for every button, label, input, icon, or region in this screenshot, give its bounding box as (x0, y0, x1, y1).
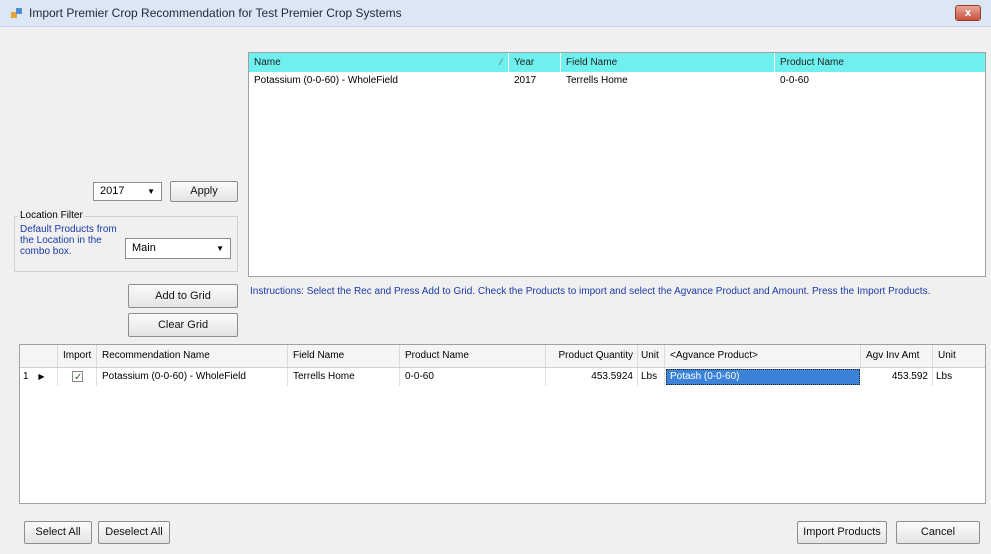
unit-cell: Lbs (638, 368, 665, 386)
select-all-button[interactable]: Select All (24, 521, 92, 544)
current-row-icon: ▶ (38, 372, 45, 381)
chevron-down-icon: ▼ (147, 187, 155, 196)
import-dialog: Import Premier Crop Recommendation for T… (0, 0, 991, 554)
row-header[interactable]: 1 ▶ (20, 368, 58, 386)
sort-icon: ⁄ (500, 57, 502, 67)
recommendation-name-cell: Potassium (0-0-60) - WholeField (97, 368, 288, 386)
agv-inv-amt-cell[interactable]: 453.592 (861, 368, 933, 386)
product-name-cell: 0-0-60 (400, 368, 546, 386)
column-header-field-name[interactable]: Field Name (561, 53, 775, 72)
app-icon (11, 8, 22, 18)
location-combo[interactable]: Main ▼ (125, 238, 231, 259)
field-name-cell: Terrells Home (288, 368, 400, 386)
year-combo-value: 2017 (100, 185, 125, 197)
apply-button[interactable]: Apply (170, 181, 238, 202)
import-checkbox[interactable]: ✓ (72, 371, 83, 383)
column-header-agv-inv-amt[interactable]: Agv Inv Amt (861, 345, 933, 367)
import-grid[interactable]: Import Recommendation Name Field Name Pr… (19, 344, 986, 504)
chevron-down-icon: ▼ (216, 244, 224, 253)
column-header-agv-unit[interactable]: Unit (933, 345, 985, 367)
clear-grid-button[interactable]: Clear Grid (128, 313, 238, 337)
year-combo[interactable]: 2017 ▼ (93, 182, 162, 201)
product-quantity-cell[interactable]: 453.5924 (546, 368, 638, 386)
import-grid-header: Import Recommendation Name Field Name Pr… (20, 345, 985, 368)
column-header-agvance-product[interactable]: <Agvance Product> (665, 345, 861, 367)
row-header-corner (20, 345, 58, 367)
check-icon: ✓ (74, 372, 83, 383)
column-header-product-quantity[interactable]: Product Quantity (546, 345, 638, 367)
cancel-button[interactable]: Cancel (896, 521, 980, 544)
rec-field-cell: Terrells Home (566, 75, 628, 86)
instructions-text: Instructions: Select the Rec and Press A… (250, 286, 931, 297)
deselect-all-button[interactable]: Deselect All (98, 521, 170, 544)
column-header-name[interactable]: Name ⁄ (249, 53, 509, 72)
column-header-year[interactable]: Year (509, 53, 561, 72)
rec-year-cell: 2017 (514, 75, 537, 86)
location-combo-value: Main (132, 242, 156, 254)
location-filter-legend: Location Filter (18, 210, 85, 221)
agv-unit-cell: Lbs (936, 371, 953, 382)
recommendation-grid[interactable]: Name ⁄ Year Field Name Product Name Pota… (248, 52, 986, 277)
column-header-recommendation-name[interactable]: Recommendation Name (97, 345, 288, 367)
agvance-product-cell[interactable]: Potash (0-0-60) (666, 369, 860, 385)
title-bar: Import Premier Crop Recommendation for T… (0, 0, 991, 27)
window-title: Import Premier Crop Recommendation for T… (29, 6, 402, 20)
column-header-unit[interactable]: Unit (638, 345, 665, 367)
column-header-field-name[interactable]: Field Name (288, 345, 400, 367)
import-products-button[interactable]: Import Products (797, 521, 887, 544)
add-to-grid-button[interactable]: Add to Grid (128, 284, 238, 308)
rec-name-cell: Potassium (0-0-60) - WholeField (254, 75, 398, 86)
column-header-product-name[interactable]: Product Name (775, 53, 986, 72)
row-number: 1 (23, 371, 29, 382)
column-header-product-name[interactable]: Product Name (400, 345, 546, 367)
rec-product-cell: 0-0-60 (780, 75, 809, 86)
location-filter-description: Default Products from the Location in th… (20, 224, 117, 257)
close-button[interactable]: x (955, 5, 981, 21)
recommendation-grid-header: Name ⁄ Year Field Name Product Name (249, 53, 985, 72)
import-cell: ✓ (58, 368, 97, 386)
column-header-import[interactable]: Import (58, 345, 97, 367)
